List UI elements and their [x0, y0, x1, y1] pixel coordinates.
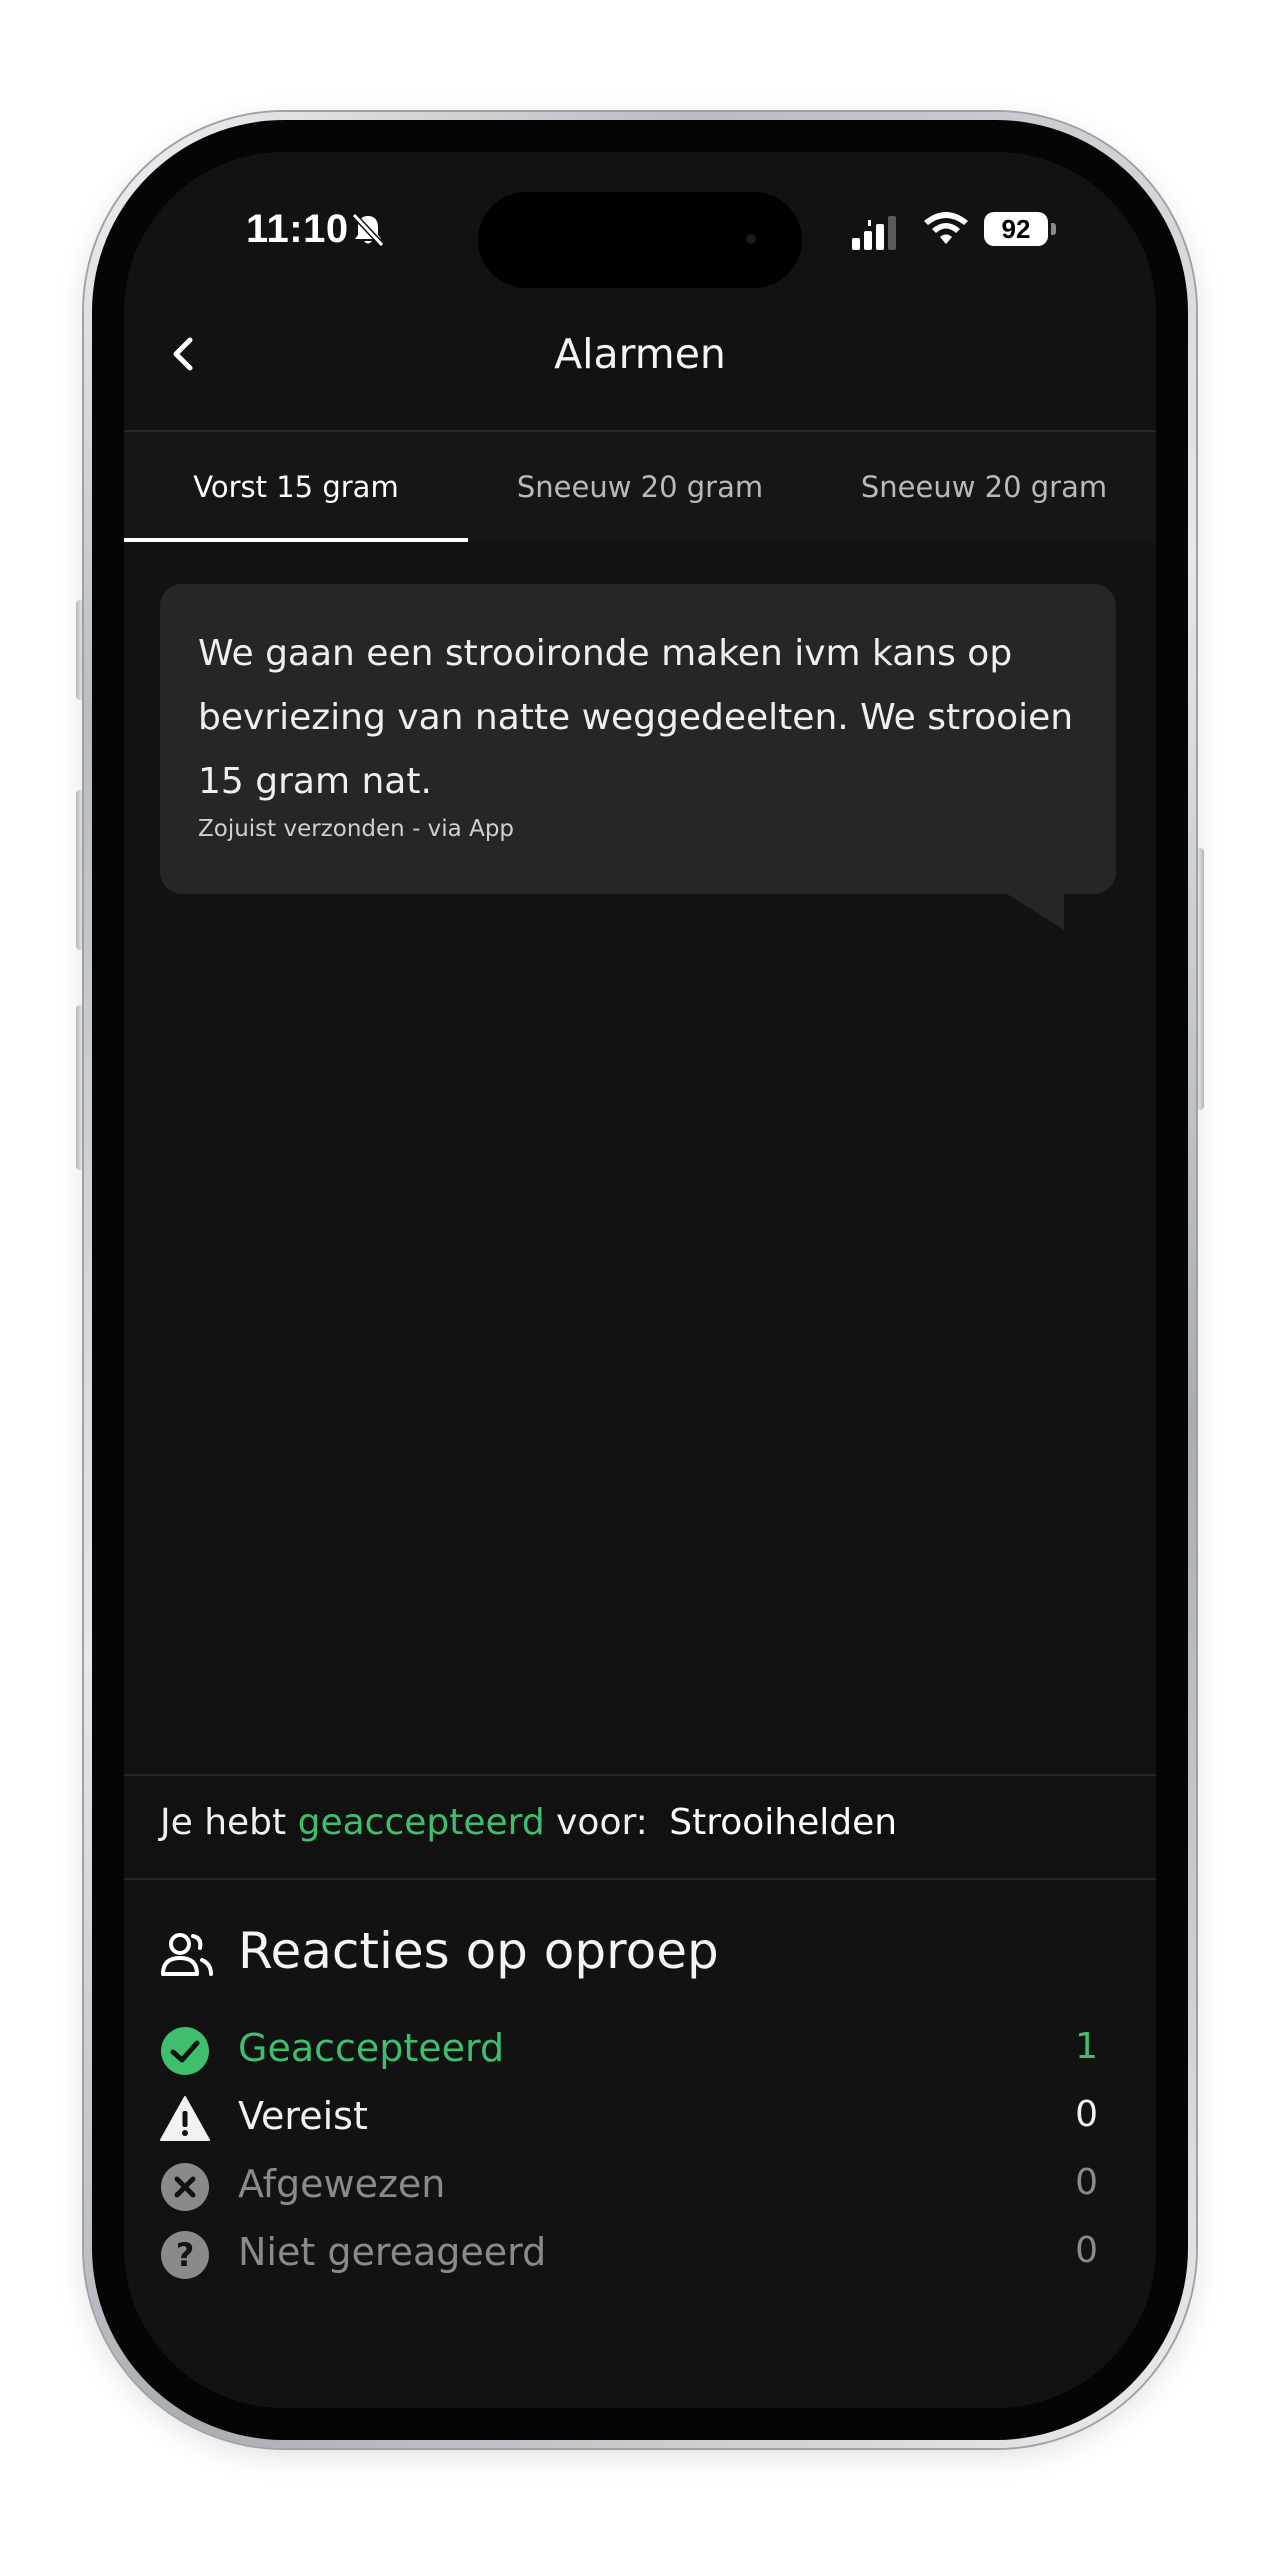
acceptance-bar: Je hebt geaccepteerd voor: Strooihelden — [124, 1776, 1156, 1878]
acceptance-status: geaccepteerd — [297, 1802, 545, 1843]
users-icon — [161, 1933, 213, 1976]
battery-level: 92 — [984, 212, 1048, 246]
check-circle-icon — [161, 2027, 209, 2075]
reaction-label: Geaccepteerd — [238, 2026, 505, 2070]
signal-icon — [852, 216, 896, 250]
bell-slash-icon — [351, 212, 385, 248]
message-text: We gaan een strooironde maken ivm kans o… — [198, 633, 1074, 802]
svg-text:?: ? — [176, 2236, 195, 2274]
acceptance-middle: voor: — [556, 1802, 648, 1843]
status-time: 11:10 — [246, 207, 349, 251]
reaction-row-declined: Afgewezen 0 — [160, 2158, 1098, 2214]
reaction-label: Vereist — [238, 2094, 368, 2138]
reaction-count: 0 — [1075, 2094, 1098, 2135]
reaction-count: 1 — [1075, 2026, 1098, 2067]
battery-icon: 92 — [984, 212, 1056, 246]
alarm-tabs: Vorst 15 gram Sneeuw 20 gram Sneeuw 20 g… — [124, 432, 1156, 542]
dynamic-island — [478, 192, 802, 288]
reaction-row-no-response: ? Niet gereageerd 0 — [160, 2226, 1098, 2282]
tab-vorst-15-gram[interactable]: Vorst 15 gram — [124, 432, 468, 542]
acceptance-text: Je hebt geaccepteerd voor: Strooihelden — [160, 1802, 897, 1843]
acceptance-organization: Strooihelden — [669, 1802, 898, 1843]
active-tab-indicator — [124, 538, 468, 542]
reaction-label: Niet gereageerd — [238, 2230, 547, 2274]
reaction-row-accepted: Geaccepteerd 1 — [160, 2022, 1098, 2078]
wifi-icon — [924, 212, 968, 244]
message-bubble-tail — [1004, 892, 1064, 930]
x-circle-icon — [161, 2163, 209, 2211]
acceptance-prefix: Je hebt — [160, 1802, 287, 1843]
warning-triangle-icon — [160, 2096, 210, 2141]
message-bubble: We gaan een strooironde maken ivm kans o… — [160, 584, 1116, 894]
app-screen: 11:10 92 Alarmen Vorst 15 gram Sneeuw 20… — [124, 152, 1156, 2408]
reaction-count: 0 — [1075, 2162, 1098, 2203]
tab-sneeuw-20-gram-2[interactable]: Sneeuw 20 gram — [812, 432, 1156, 542]
reaction-row-required: Vereist 0 — [160, 2090, 1098, 2146]
page-title: Alarmen — [554, 330, 726, 378]
question-circle-icon: ? — [161, 2231, 209, 2279]
reaction-count: 0 — [1075, 2230, 1098, 2271]
message-meta: Zojuist verzonden - via App — [198, 816, 515, 842]
tab-sneeuw-20-gram[interactable]: Sneeuw 20 gram — [468, 432, 812, 542]
divider — [124, 1878, 1156, 1880]
reactions-title: Reacties op oproep — [238, 1922, 719, 1980]
reaction-label: Afgewezen — [238, 2162, 446, 2206]
